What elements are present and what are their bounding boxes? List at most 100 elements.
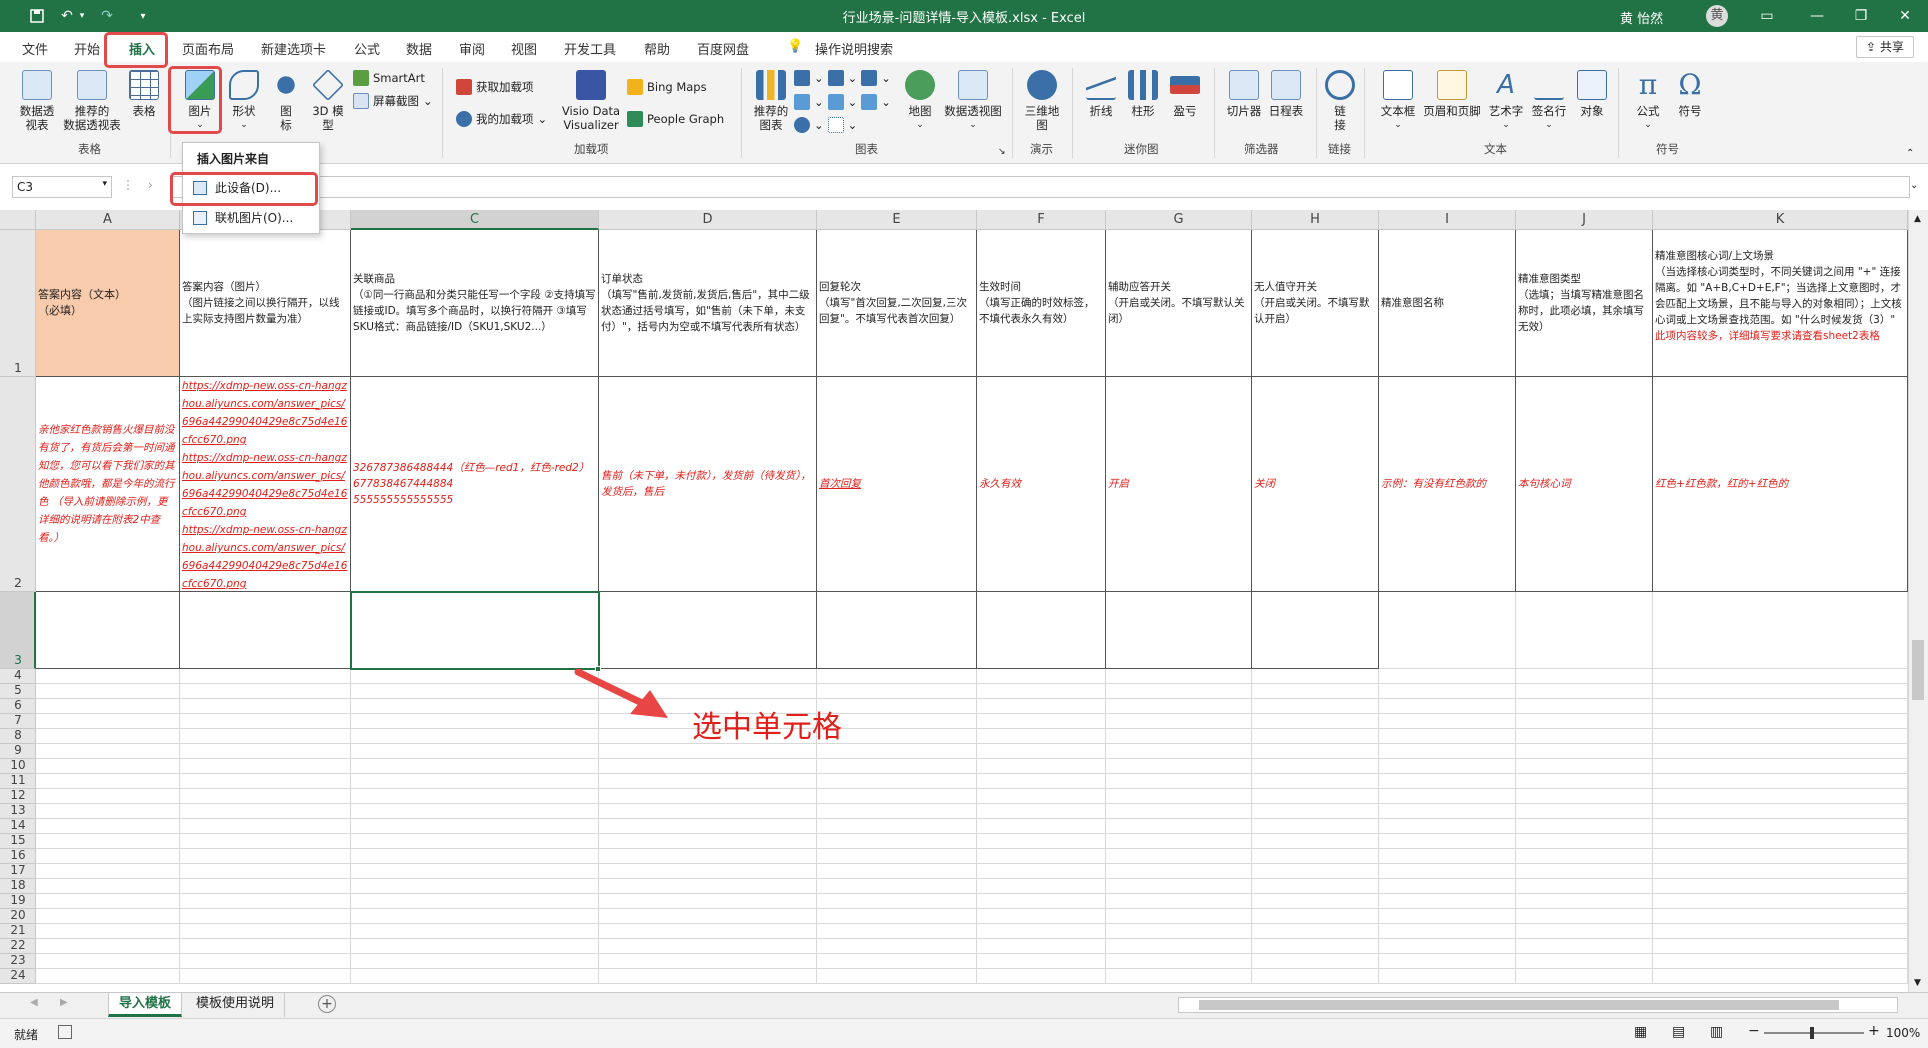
object-button[interactable]: 对象: [1574, 70, 1610, 118]
grid-cell[interactable]: [977, 969, 1106, 984]
grid-cell[interactable]: [36, 699, 180, 714]
grid-cell[interactable]: [1252, 954, 1379, 969]
grid-cell[interactable]: [351, 759, 599, 774]
cell-j2[interactable]: 本句核心词: [1516, 377, 1653, 592]
grid-cell[interactable]: [180, 879, 351, 894]
grid-cell[interactable]: [1379, 669, 1516, 684]
row-header[interactable]: 21: [0, 923, 36, 939]
grid-cell[interactable]: [1653, 939, 1908, 954]
grid-cell[interactable]: [36, 864, 180, 879]
grid-cell[interactable]: [1379, 894, 1516, 909]
grid-cell[interactable]: [1653, 849, 1908, 864]
grid-cell[interactable]: [977, 939, 1106, 954]
grid-cell[interactable]: [1653, 744, 1908, 759]
line-chart-button[interactable]: ⌄ ⌄ ⌄: [794, 94, 891, 110]
grid-cell[interactable]: [1516, 939, 1653, 954]
grid-cell[interactable]: [1252, 744, 1379, 759]
cell-f3[interactable]: [977, 592, 1106, 669]
tab-baidu-netdisk[interactable]: 百度网盘: [697, 39, 749, 58]
vertical-scrollbar[interactable]: ▲ ▼: [1908, 210, 1928, 992]
cell-i2[interactable]: 示例：有没有红色款的: [1379, 377, 1516, 592]
grid-cell[interactable]: [817, 744, 977, 759]
grid-cell[interactable]: [599, 774, 817, 789]
header-footer-button[interactable]: 页眉和页脚: [1420, 70, 1484, 118]
grid-cell[interactable]: [1379, 714, 1516, 729]
grid-cell[interactable]: [599, 954, 817, 969]
zoom-slider[interactable]: [1764, 1027, 1864, 1039]
grid-cell[interactable]: [36, 969, 180, 984]
signature-line-button[interactable]: 签名行 ⌄: [1528, 70, 1570, 132]
grid-cell[interactable]: [977, 849, 1106, 864]
grid-cell[interactable]: [1516, 894, 1653, 909]
grid-cell[interactable]: [1516, 879, 1653, 894]
grid-cell[interactable]: [180, 819, 351, 834]
grid-cell[interactable]: [1252, 729, 1379, 744]
cell-f2[interactable]: 永久有效: [977, 377, 1106, 592]
cell-e2[interactable]: 首次回复: [817, 377, 977, 592]
grid-cell[interactable]: [351, 804, 599, 819]
grid-cell[interactable]: [180, 684, 351, 699]
grid-cell[interactable]: [977, 729, 1106, 744]
row-header[interactable]: 24: [0, 968, 36, 984]
cell-g2[interactable]: 开启: [1106, 377, 1252, 592]
grid-cell[interactable]: [1516, 834, 1653, 849]
table-button[interactable]: 表格: [128, 70, 160, 118]
grid-cell[interactable]: [351, 774, 599, 789]
grid-cell[interactable]: [180, 924, 351, 939]
tab-page-layout[interactable]: 页面布局: [182, 39, 234, 58]
col-header-e[interactable]: E: [817, 210, 977, 230]
row-header[interactable]: 7: [0, 713, 36, 729]
row-header[interactable]: 15: [0, 833, 36, 849]
grid-cell[interactable]: [977, 834, 1106, 849]
grid-cell[interactable]: [36, 909, 180, 924]
grid-cell[interactable]: [1252, 669, 1379, 684]
horizontal-scrollbar[interactable]: [1178, 997, 1898, 1013]
grid-cell[interactable]: [1106, 954, 1252, 969]
grid-cell[interactable]: [1379, 789, 1516, 804]
grid-cell[interactable]: [1252, 774, 1379, 789]
grid-cell[interactable]: [351, 834, 599, 849]
grid-cell[interactable]: [1106, 744, 1252, 759]
sheet-tab-import-template[interactable]: 导入模板: [108, 993, 183, 1017]
grid-cell[interactable]: [1516, 864, 1653, 879]
fx-icon[interactable]: ›: [148, 178, 153, 192]
grid-cell[interactable]: [1252, 894, 1379, 909]
grid-cell[interactable]: [351, 699, 599, 714]
tab-help[interactable]: 帮助: [644, 39, 670, 58]
grid-cell[interactable]: [1252, 699, 1379, 714]
grid-cell[interactable]: [1516, 714, 1653, 729]
col-header-i[interactable]: I: [1379, 210, 1516, 230]
row-header[interactable]: 14: [0, 818, 36, 834]
grid-cell[interactable]: [1653, 774, 1908, 789]
grid-cell[interactable]: [1106, 774, 1252, 789]
tab-file[interactable]: 文件: [22, 39, 48, 58]
cell-b3[interactable]: [180, 592, 351, 669]
grid-cell[interactable]: [1379, 834, 1516, 849]
grid-cell[interactable]: [1379, 954, 1516, 969]
grid-cell[interactable]: [1252, 939, 1379, 954]
grid-cell[interactable]: [1379, 909, 1516, 924]
tab-view[interactable]: 视图: [511, 39, 537, 58]
expand-formula-icon[interactable]: ⌄: [1910, 180, 1918, 191]
bing-maps-button[interactable]: Bing Maps: [627, 79, 707, 95]
grid-cell[interactable]: [1653, 789, 1908, 804]
cell-h3[interactable]: [1252, 592, 1379, 669]
row-header[interactable]: 5: [0, 683, 36, 699]
grid-cell[interactable]: [1106, 879, 1252, 894]
grid-cell[interactable]: [1252, 864, 1379, 879]
grid-cell[interactable]: [1516, 909, 1653, 924]
grid-cell[interactable]: [36, 804, 180, 819]
sheet-tab-usage-guide[interactable]: 模板使用说明: [186, 993, 286, 1017]
grid-cell[interactable]: [1106, 804, 1252, 819]
cell-c2[interactable]: 326787386488444（红色—red1，红色-red2） 6778384…: [351, 377, 599, 592]
textbox-button[interactable]: 文本框 ⌄: [1378, 70, 1418, 132]
share-button[interactable]: ⇪ 共享: [1856, 36, 1914, 58]
collapse-ribbon-icon[interactable]: ⌃: [1906, 148, 1914, 159]
grid-cell[interactable]: [180, 954, 351, 969]
recommended-pivot-button[interactable]: 推荐的 数据透视表: [60, 70, 124, 132]
grid-cell[interactable]: [1516, 744, 1653, 759]
cell-j1[interactable]: 精准意图类型 （选填；当填写精准意图名称时，此项必填，其余填写无效）: [1516, 230, 1653, 377]
grid-cell[interactable]: [817, 834, 977, 849]
sparkline-winloss-button[interactable]: 盈亏: [1166, 70, 1204, 118]
grid-cell[interactable]: [1106, 789, 1252, 804]
